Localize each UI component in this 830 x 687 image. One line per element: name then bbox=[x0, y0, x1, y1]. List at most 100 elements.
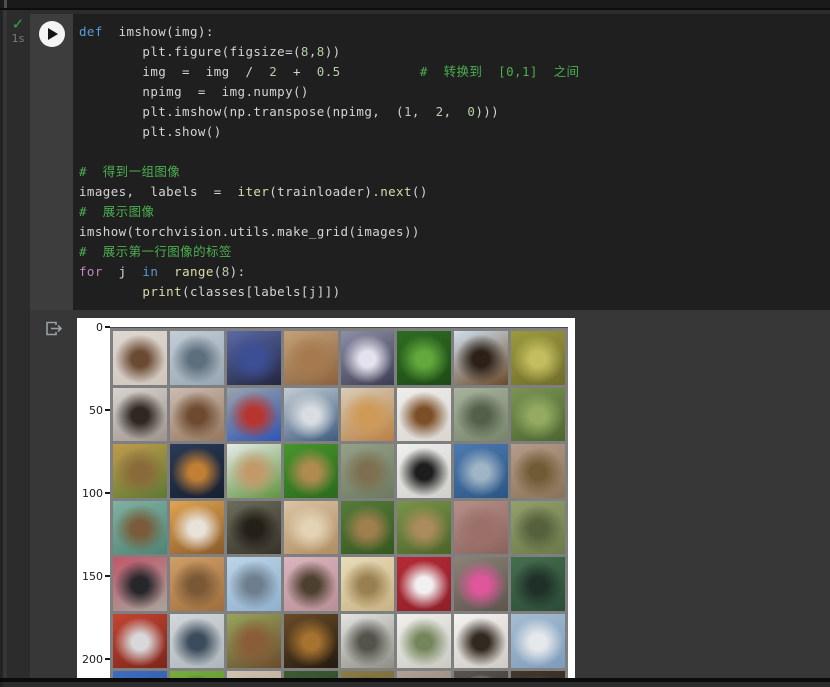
code-line: plt.show() bbox=[79, 122, 826, 142]
code-token-kw: in bbox=[142, 264, 159, 279]
grid-image-frog bbox=[511, 387, 565, 442]
code-line: for j in range(8): bbox=[79, 262, 826, 282]
bottom-bar bbox=[0, 678, 830, 682]
code-line: npimg = img.numpy() bbox=[79, 82, 826, 102]
code-token-pl: j bbox=[102, 264, 143, 279]
grid-image-ship bbox=[169, 444, 224, 498]
grid-image-dog bbox=[340, 557, 395, 611]
code-line: imshow(torchvision.utils.make_grid(image… bbox=[79, 222, 826, 242]
grid-image-moose bbox=[226, 500, 281, 555]
grid-image-dog bbox=[454, 331, 509, 385]
grid-image-animal bbox=[511, 670, 565, 678]
code-token-pl: , bbox=[411, 104, 436, 119]
grid-image-plane bbox=[397, 613, 452, 668]
check-icon: ✓ bbox=[11, 15, 25, 33]
grid-image-bird bbox=[283, 670, 338, 678]
code-token-kw: def bbox=[79, 24, 103, 39]
top-bar bbox=[0, 0, 830, 10]
code-token-num: 2 bbox=[435, 104, 444, 119]
code-token-pl: (classes[labels[j]]) bbox=[182, 284, 341, 299]
code-token-pl: () bbox=[411, 184, 428, 199]
cell-output-icon[interactable] bbox=[44, 319, 64, 339]
grid-image-cat bbox=[113, 331, 167, 385]
code-token-pl: plt.show() bbox=[79, 124, 222, 139]
grid-image-field bbox=[340, 670, 395, 678]
code-token-pl: ): bbox=[229, 264, 246, 279]
grid-image-dog bbox=[397, 557, 452, 611]
grid-image-dog bbox=[169, 387, 224, 442]
grid-image-frog bbox=[397, 331, 452, 385]
grid-image-truck bbox=[454, 500, 509, 555]
grid-image-deer bbox=[454, 387, 509, 442]
grid-image-ostrich bbox=[169, 557, 224, 611]
code-editor[interactable]: def imshow(img): plt.figure(figsize=(8,8… bbox=[73, 14, 830, 310]
grid-image-horse bbox=[454, 670, 509, 678]
grid-image-frog bbox=[511, 331, 565, 385]
y-tick-mark bbox=[105, 492, 110, 494]
code-token-pl: plt.figure(figsize=( bbox=[79, 44, 301, 59]
grid-image-ship bbox=[283, 387, 338, 442]
grid-image-dog bbox=[454, 613, 509, 668]
grid-image-airfield bbox=[169, 331, 224, 385]
grid-image-deer bbox=[340, 444, 395, 498]
grid-image-dog bbox=[397, 444, 452, 498]
grid-image-squirrel bbox=[283, 500, 338, 555]
y-tick-mark bbox=[105, 409, 110, 411]
cell-gutter bbox=[30, 14, 73, 310]
code-token-pl: ( bbox=[213, 264, 222, 279]
grid-image-car bbox=[226, 387, 281, 442]
code-token-pl: images, labels = bbox=[79, 184, 238, 199]
grid-image-monkey bbox=[169, 670, 224, 678]
grid-image-bird bbox=[283, 557, 338, 611]
code-token-num: 2 bbox=[269, 64, 278, 79]
code-line: # 得到一组图像 bbox=[79, 162, 826, 182]
grid-image-dog bbox=[454, 557, 509, 611]
code-line: # 展示第一行图像的标签 bbox=[79, 242, 826, 262]
y-tick-mark bbox=[105, 658, 110, 660]
grid-image-deer bbox=[113, 444, 167, 498]
grid-image-truck bbox=[226, 331, 281, 385]
code-line: plt.figure(figsize=(8,8)) bbox=[79, 42, 826, 62]
grid-image-horse bbox=[397, 387, 452, 442]
grid-image-frog bbox=[226, 613, 281, 668]
code-line: plt.imshow(np.transpose(npimg, (1, 2, 0)… bbox=[79, 102, 826, 122]
code-token-pl: )) bbox=[324, 44, 341, 59]
code-token-num: 1 bbox=[403, 104, 412, 119]
grid-image-car bbox=[113, 670, 167, 678]
grid-image-bird bbox=[113, 557, 167, 611]
code-token-num: 0.5 bbox=[316, 64, 341, 79]
y-tick-mark bbox=[105, 575, 110, 577]
code-token-num: 8 bbox=[316, 44, 325, 59]
code-line: # 展示图像 bbox=[79, 202, 826, 222]
grid-image-plane bbox=[169, 613, 224, 668]
top-bar-notch bbox=[4, 0, 7, 8]
code-token-num: 8 bbox=[221, 264, 230, 279]
code-token-fn: print bbox=[142, 284, 183, 299]
code-token-pl: , bbox=[443, 104, 468, 119]
y-tick-label: 100 bbox=[82, 487, 103, 500]
code-token-com: # 转换到 [0,1] 之间 bbox=[419, 64, 580, 79]
code-line: print(classes[labels[j]]) bbox=[79, 282, 826, 302]
code-line: images, labels = iter(trainloader).next(… bbox=[79, 182, 826, 202]
code-token-pl: imshow(img): bbox=[102, 24, 214, 39]
grid-image-animal bbox=[397, 670, 452, 678]
code-token-pl: plt.imshow(np.transpose(npimg, ( bbox=[79, 104, 404, 119]
play-icon bbox=[48, 28, 58, 40]
code-token-fn: range bbox=[174, 264, 214, 279]
y-tick-label: 50 bbox=[89, 404, 103, 417]
grid-image-deer bbox=[226, 444, 281, 498]
code-token-pl: + bbox=[277, 64, 317, 79]
code-token-pl: , bbox=[308, 44, 317, 59]
left-scrollbar[interactable] bbox=[3, 10, 7, 678]
grid-image-deer bbox=[397, 500, 452, 555]
grid-image-ship bbox=[454, 444, 509, 498]
code-token-pl: (trainloader). bbox=[269, 184, 381, 199]
run-cell-button[interactable] bbox=[38, 21, 65, 47]
code-token-pl: img = img / bbox=[79, 64, 270, 79]
grid-image-frog bbox=[283, 444, 338, 498]
grid-image-deer bbox=[340, 500, 395, 555]
grid-image-plane bbox=[511, 613, 565, 668]
grid-image-cat bbox=[340, 387, 395, 442]
